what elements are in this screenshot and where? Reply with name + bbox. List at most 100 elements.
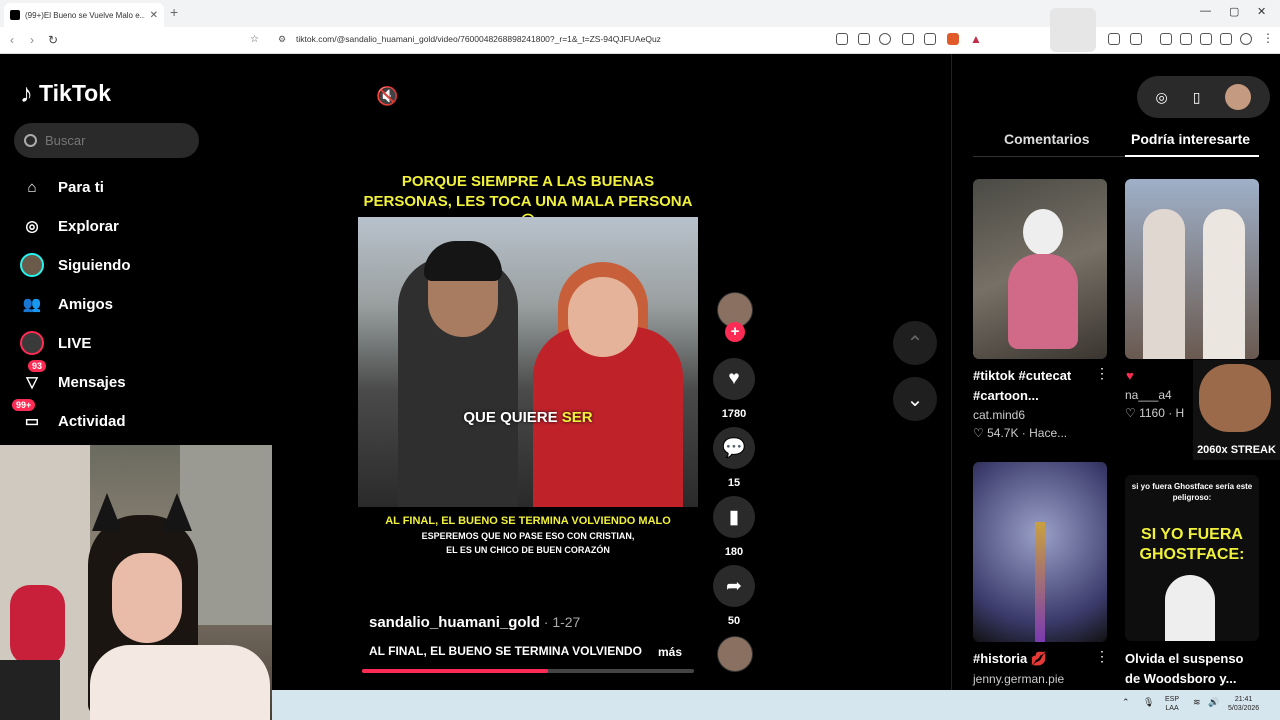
like-action[interactable]: ♥ 1780 — [712, 358, 756, 420]
card-2-user[interactable]: na___a4 — [1125, 388, 1172, 402]
comment-icon[interactable]: 💬 — [713, 427, 755, 469]
close-tab-icon[interactable]: ✕ — [150, 10, 158, 21]
menu-item-explorar[interactable]: ◎ Explorar — [18, 212, 118, 240]
forward-icon[interactable]: › — [30, 33, 34, 47]
like-count: 1780 — [721, 408, 747, 420]
comment-action[interactable]: 💬 15 — [712, 427, 756, 489]
lang-code-1: ESP — [1165, 696, 1180, 703]
author-name[interactable]: sandalio_huamani_gold — [369, 614, 540, 631]
next-video-button[interactable]: ⌄ — [893, 377, 937, 421]
video-thumbnail-2[interactable] — [1125, 179, 1259, 359]
menu-label: Siguiendo — [58, 256, 131, 274]
tab-comentarios[interactable]: Comentarios — [1004, 131, 1090, 147]
browser-tab[interactable]: (99+)El Bueno se Vuelve Malo e... ✕ — [4, 3, 164, 27]
tiktok-logo[interactable]: ♪ TikTok — [20, 78, 111, 109]
cast-icon[interactable] — [902, 33, 914, 45]
search-input[interactable] — [45, 133, 185, 148]
card-3-more-icon[interactable]: ⋮ — [1095, 648, 1109, 665]
card-3-user[interactable]: jenny.german.pie — [973, 672, 1064, 686]
maximize-icon[interactable]: ▢ — [1229, 5, 1239, 18]
comment-count: 15 — [727, 477, 741, 489]
menu-item-amigos[interactable]: 👥 Amigos — [18, 290, 113, 318]
card-1-more-icon[interactable]: ⋮ — [1095, 365, 1109, 382]
menu-icon[interactable]: ⋮ — [1262, 31, 1274, 45]
wifi-icon[interactable]: ≋ — [1193, 698, 1201, 707]
share-icon[interactable] — [924, 33, 936, 45]
video-author[interactable]: sandalio_huamani_gold · 1-27 — [369, 614, 580, 631]
menu-item-para-ti[interactable]: ⌂ Para ti — [18, 173, 103, 201]
previous-video-button[interactable]: ⌃ — [893, 321, 937, 365]
sound-avatar[interactable] — [717, 636, 753, 672]
new-tab-button[interactable]: + — [170, 4, 178, 20]
reload-icon[interactable]: ↻ — [48, 33, 58, 47]
language-icon[interactable] — [858, 33, 870, 45]
subtitle-yellow: SER — [561, 409, 593, 426]
mute-icon[interactable]: 🔇 — [376, 86, 398, 107]
bookmark-icon[interactable]: ☆ — [250, 34, 259, 45]
card-4-title-2[interactable]: de Woodsboro y... — [1125, 669, 1236, 689]
card-1-title-1[interactable]: #tiktok #cutecat — [973, 366, 1071, 386]
volume-icon[interactable]: 🔊 — [1208, 698, 1219, 707]
brave-shield-icon[interactable] — [947, 33, 959, 45]
wallet-icon[interactable] — [1130, 33, 1142, 45]
save-count: 180 — [724, 546, 744, 558]
share-arrow-icon[interactable]: ➦ — [713, 565, 755, 607]
menu-item-actividad[interactable]: ▭ 99+ Actividad — [12, 399, 126, 435]
search-box[interactable] — [14, 123, 199, 158]
share-action[interactable]: ➦ 50 — [712, 565, 756, 627]
device-icon[interactable]: ▯ — [1193, 89, 1201, 106]
frame-head-2 — [568, 277, 638, 357]
video-caption-bottom: AL FINAL, EL BUENO SE TERMINA VOLVIENDO … — [385, 515, 671, 527]
close-window-icon[interactable]: ✕ — [1257, 5, 1266, 18]
card-1-meta: ♡ 54.7K · Hace... — [973, 426, 1068, 440]
card-1-user[interactable]: cat.mind6 — [973, 408, 1025, 422]
video-caption-small: ESPEREMOS QUE NO PASE ESO CON CRISTIAN, … — [358, 529, 698, 557]
media-icon[interactable] — [1160, 33, 1172, 45]
menu-item-live[interactable]: LIVE — [18, 329, 91, 357]
zoom-icon[interactable] — [879, 33, 891, 45]
tray-chevron-icon[interactable]: ⌃ — [1122, 698, 1130, 707]
sidebar-toggle-icon[interactable] — [1180, 33, 1192, 45]
video-thumbnail-4[interactable]: si yo fuera Ghostface sería este peligro… — [1125, 475, 1259, 641]
live-avatar-wrap — [18, 329, 46, 357]
bookmark-icon[interactable]: ▮ — [713, 496, 755, 538]
menu-item-siguiendo[interactable]: Siguiendo — [18, 251, 131, 279]
tab-podria-interesarte[interactable]: Podría interesarte — [1131, 131, 1250, 147]
vpn-icon[interactable] — [1200, 33, 1212, 45]
more-button[interactable]: más — [658, 645, 682, 659]
back-icon[interactable]: ‹ — [10, 33, 14, 47]
rewards-icon[interactable]: ▲ — [970, 32, 982, 46]
explore-icon[interactable]: ◎ — [1156, 89, 1168, 106]
video-player[interactable]: PORQUE SIEMPRE A LAS BUENAS PERSONAS, LE… — [358, 160, 698, 575]
video-thumbnail-1[interactable] — [973, 179, 1107, 359]
card-3-title[interactable]: #historia 💋 — [973, 649, 1047, 669]
language-indicator[interactable]: ESP LAA — [1165, 695, 1179, 713]
clock[interactable]: 21:41 5/03/2026 — [1228, 695, 1259, 713]
extensions-icon[interactable] — [1108, 33, 1120, 45]
menu-item-mensajes[interactable]: ▽ 93 Mensajes — [18, 360, 126, 396]
video-progress-bar[interactable] — [362, 669, 694, 673]
leo-ai-icon[interactable] — [1220, 33, 1232, 45]
url-field[interactable] — [270, 4, 990, 23]
follow-button[interactable]: + — [725, 322, 745, 342]
video-thumbnail-3[interactable] — [973, 462, 1107, 642]
mic-tray-icon[interactable]: 🎙 — [1143, 698, 1154, 707]
save-action[interactable]: ▮ 180 — [712, 496, 756, 558]
card-4-title-1[interactable]: Olvida el suspenso — [1125, 649, 1244, 669]
card-1-title-2[interactable]: #cartoon... — [973, 386, 1039, 406]
translate-icon[interactable] — [836, 33, 848, 45]
profile-avatar[interactable] — [1225, 84, 1252, 110]
clock-time: 21:41 — [1234, 696, 1253, 703]
heart-icon[interactable]: ♥ — [713, 358, 755, 400]
profile-icon[interactable] — [1240, 33, 1252, 45]
card-2-title[interactable]: ♥ — [1126, 366, 1134, 386]
thumb-4-big-caption: SI YO FUERA GHOSTFACE: — [1139, 526, 1245, 563]
streak-text: 2060x STREAK — [1197, 444, 1276, 456]
thumb-4-small-caption: si yo fuera Ghostface sería este peligro… — [1131, 482, 1253, 502]
site-info-icon[interactable]: ⚙ — [278, 34, 286, 45]
inbox-icon: ▽ 93 — [18, 360, 47, 396]
top-actions-pill: ◎ ▯ — [1137, 76, 1270, 118]
thumb-knife — [1035, 522, 1045, 642]
menu-label: LIVE — [58, 334, 92, 352]
minimize-icon[interactable]: — — [1200, 5, 1211, 17]
